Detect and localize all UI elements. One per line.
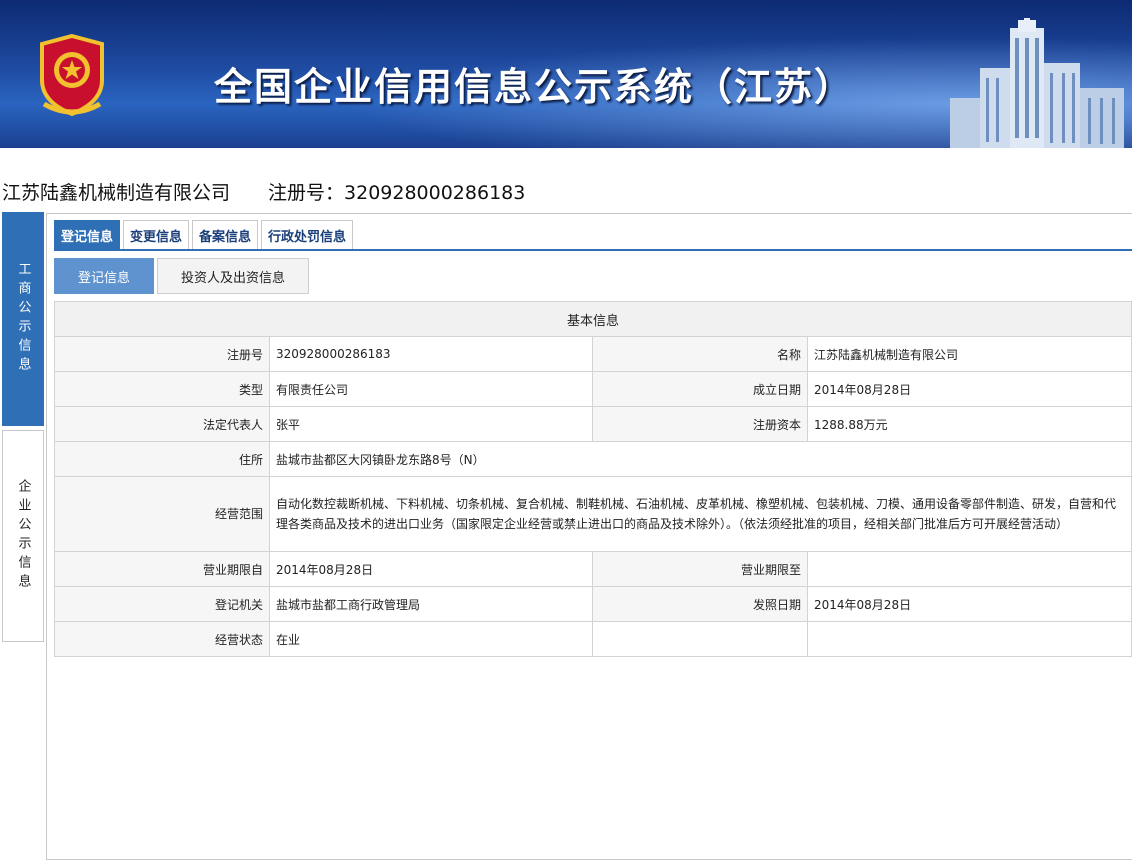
company-header: 江苏陆鑫机械制造有限公司 注册号：320928000286183 xyxy=(2,178,525,205)
table-row: 营业期限自 2014年08月28日 营业期限至 xyxy=(54,551,1132,587)
name-value: 江苏陆鑫机械制造有限公司 xyxy=(806,336,1132,372)
table-row: 住所 盐城市盐都区大冈镇卧龙东路8号（N） xyxy=(54,441,1132,477)
table-row: 注册号 320928000286183 名称 江苏陆鑫机械制造有限公司 xyxy=(54,336,1132,372)
side-tab-enterprise[interactable]: 企业公示信息 xyxy=(2,430,44,642)
term-to-label: 营业期限至 xyxy=(592,551,808,587)
national-emblem-icon xyxy=(40,33,104,117)
header-banner: 全国企业信用信息公示系统（江苏） xyxy=(0,0,1132,148)
issue-date-value: 2014年08月28日 xyxy=(806,586,1132,622)
company-name: 江苏陆鑫机械制造有限公司 xyxy=(2,182,231,204)
term-from-label: 营业期限自 xyxy=(54,551,270,587)
basic-info-table: 基本信息 注册号 320928000286183 名称 江苏陆鑫机械制造有限公司… xyxy=(53,301,1132,657)
reg-no-label: 注册号 xyxy=(54,336,270,372)
side-tab-industry-commerce[interactable]: 工商公示信息 xyxy=(2,212,44,426)
table-row: 登记机关 盐城市盐都工商行政管理局 发照日期 2014年08月28日 xyxy=(54,586,1132,622)
status-value: 在业 xyxy=(269,621,593,657)
tab-penalties[interactable]: 行政处罚信息 xyxy=(261,220,354,250)
reg-no-value: 320928000286183 xyxy=(269,336,593,372)
banner-title: 全国企业信用信息公示系统（江苏） xyxy=(214,65,855,109)
address-label: 住所 xyxy=(54,441,270,477)
authority-value: 盐城市盐都工商行政管理局 xyxy=(269,586,593,622)
founded-value: 2014年08月28日 xyxy=(806,371,1132,407)
tab-filing[interactable]: 备案信息 xyxy=(192,220,259,250)
issue-date-label: 发照日期 xyxy=(592,586,808,622)
table-row: 类型 有限责任公司 成立日期 2014年08月28日 xyxy=(54,371,1132,407)
capital-value: 1288.88万元 xyxy=(806,406,1132,442)
empty-cell xyxy=(806,621,1132,657)
type-value: 有限责任公司 xyxy=(269,371,593,407)
table-row: 法定代表人 张平 注册资本 1288.88万元 xyxy=(54,406,1132,442)
scope-label: 经营范围 xyxy=(54,476,270,552)
founded-label: 成立日期 xyxy=(592,371,808,407)
legal-rep-label: 法定代表人 xyxy=(54,406,270,442)
table-caption: 基本信息 xyxy=(53,301,1132,337)
table-row: 经营状态 在业 xyxy=(54,621,1132,657)
scope-value: 自动化数控裁断机械、下料机械、切条机械、复合机械、制鞋机械、石油机械、皮革机械、… xyxy=(268,476,1132,552)
table-row: 基本信息 xyxy=(53,301,1132,337)
type-label: 类型 xyxy=(54,371,270,407)
term-from-value: 2014年08月28日 xyxy=(269,551,593,587)
subtab-bar: 登记信息 投资人及出资信息 xyxy=(54,258,312,294)
table-row: 经营范围 自动化数控裁断机械、下料机械、切条机械、复合机械、制鞋机械、石油机械、… xyxy=(54,476,1132,552)
term-to-value xyxy=(806,551,1132,587)
main-panel: 登记信息 变更信息 备案信息 行政处罚信息 登记信息 投资人及出资信息 基本信息… xyxy=(46,213,1132,860)
tab-bar: 登记信息 变更信息 备案信息 行政处罚信息 xyxy=(54,220,356,250)
legal-rep-value: 张平 xyxy=(269,406,593,442)
status-label: 经营状态 xyxy=(54,621,270,657)
name-label: 名称 xyxy=(592,336,808,372)
tab-registration[interactable]: 登记信息 xyxy=(54,220,121,250)
building-illustration-icon xyxy=(950,18,1124,148)
registration-number: 注册号：320928000286183 xyxy=(268,182,526,204)
tab-changes[interactable]: 变更信息 xyxy=(123,220,190,250)
tab-underline xyxy=(54,249,1132,251)
capital-label: 注册资本 xyxy=(592,406,808,442)
address-value: 盐城市盐都区大冈镇卧龙东路8号（N） xyxy=(268,441,1132,477)
subtab-investors[interactable]: 投资人及出资信息 xyxy=(157,258,309,294)
subtab-registration[interactable]: 登记信息 xyxy=(54,258,154,294)
authority-label: 登记机关 xyxy=(54,586,270,622)
empty-cell xyxy=(592,621,808,657)
